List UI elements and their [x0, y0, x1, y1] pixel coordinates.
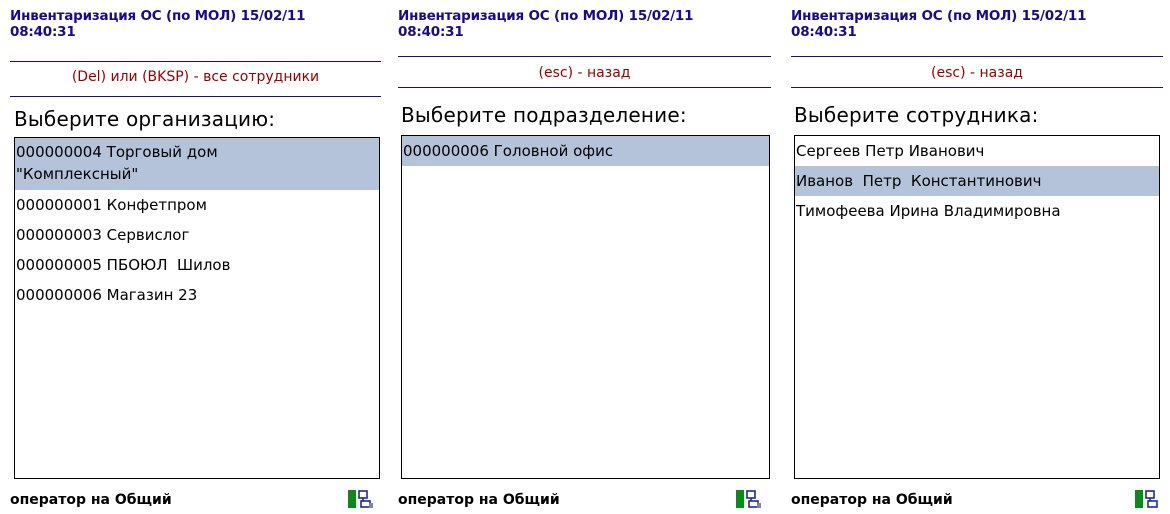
screen-employee: Инвентаризация ОС (по МОЛ) 15/02/11 08:4… — [791, 0, 1170, 514]
divider — [791, 56, 1163, 57]
hint-text: (esc) - назад — [931, 65, 1023, 81]
list-item[interactable]: 000000004 Торговый дом "Комплексный" — [15, 138, 379, 190]
screen-organization: Инвентаризация ОС (по МОЛ) 15/02/11 08:4… — [10, 0, 390, 514]
status-text: оператор на Общий — [791, 492, 953, 508]
list-item[interactable]: Иванов Петр Константинович — [795, 166, 1159, 196]
network-status-icon — [1145, 490, 1158, 508]
list-heading: Выберите организацию: — [14, 107, 276, 131]
window-title: Инвентаризация ОС (по МОЛ) 15/02/11 08:4… — [10, 8, 380, 40]
network-status-icon — [746, 490, 761, 508]
list-item[interactable]: 000000006 Магазин 23 — [15, 280, 379, 310]
window-title: Инвентаризация ОС (по МОЛ) 15/02/11 08:4… — [791, 8, 1161, 40]
department-list[interactable]: 000000006 Головной офис — [401, 135, 770, 479]
list-item[interactable]: Тимофеева Ирина Владимировна — [795, 196, 1159, 226]
divider — [398, 56, 771, 57]
status-text: оператор на Общий — [10, 492, 172, 508]
title-line-2: 08:40:31 — [10, 24, 76, 40]
divider — [398, 87, 771, 88]
window-title: Инвентаризация ОС (по МОЛ) 15/02/11 08:4… — [398, 8, 768, 40]
list-heading: Выберите подразделение: — [401, 103, 687, 127]
title-line-1: Инвентаризация ОС (по МОЛ) 15/02/11 — [791, 8, 1087, 24]
tray-area[interactable] — [348, 488, 374, 510]
signal-bar — [1135, 490, 1143, 508]
title-line-1: Инвентаризация ОС (по МОЛ) 15/02/11 — [10, 8, 306, 24]
list-item[interactable]: 000000005 ПБОЮЛ Шилов — [15, 250, 379, 280]
employee-list[interactable]: Сергеев Петр Иванович Иванов Петр Конста… — [794, 135, 1160, 479]
list-item[interactable]: 000000001 Конфетпром — [15, 190, 379, 220]
title-line-2: 08:40:31 — [398, 24, 464, 40]
list-heading: Выберите сотрудника: — [794, 103, 1039, 127]
list-item[interactable]: 000000003 Сервислог — [15, 220, 379, 250]
hint-text: (esc) - назад — [538, 65, 631, 81]
divider — [791, 87, 1163, 88]
tray-area[interactable] — [736, 488, 762, 510]
network-status-icon — [358, 490, 373, 508]
title-line-2: 08:40:31 — [791, 24, 857, 40]
screen-department: Инвентаризация ОС (по МОЛ) 15/02/11 08:4… — [398, 0, 778, 514]
status-text: оператор на Общий — [398, 492, 560, 508]
title-line-1: Инвентаризация ОС (по МОЛ) 15/02/11 — [398, 8, 694, 24]
list-item[interactable]: Сергеев Петр Иванович — [795, 136, 1159, 166]
hint-text: (Del) или (BKSP) - все сотрудники — [71, 69, 320, 85]
signal-bar — [348, 490, 356, 508]
organization-list[interactable]: 000000004 Торговый дом "Комплексный" 000… — [14, 137, 380, 479]
divider — [10, 61, 381, 62]
divider — [10, 96, 381, 97]
signal-bar — [736, 490, 744, 508]
tray-area[interactable] — [1135, 488, 1161, 510]
list-item[interactable]: 000000006 Головной офис — [402, 136, 769, 166]
